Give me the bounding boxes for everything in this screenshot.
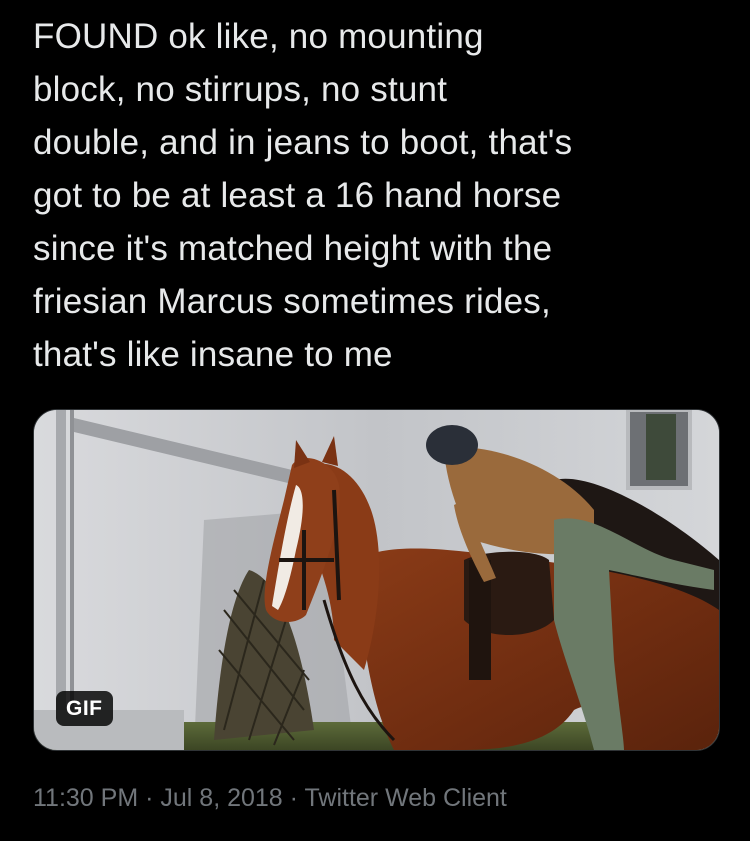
gif-frame-illustration [34, 410, 719, 750]
gif-media[interactable]: GIF [33, 409, 720, 751]
meta-separator: · [145, 784, 154, 812]
gif-badge: GIF [56, 691, 113, 726]
tweet-text-line: FOUND ok like, no mounting [33, 17, 484, 56]
meta-separator: · [289, 784, 298, 812]
tweet-text-line: that's like insane to me [33, 335, 393, 374]
tweet-text-line: since it's matched height with the [33, 229, 553, 268]
tweet-text: FOUND ok like, no mounting block, no sti… [33, 10, 723, 381]
tweet-text-line: got to be at least a 16 hand horse [33, 176, 562, 215]
tweet-metadata: 11:30 PM · Jul 8, 2018 · Twitter Web Cli… [33, 780, 507, 816]
tweet-text-line: double, and in jeans to boot, that's [33, 123, 573, 162]
tweet-text-line: block, no stirrups, no stunt [33, 70, 448, 109]
tweet-time[interactable]: 11:30 PM [33, 784, 138, 812]
tweet-text-line: friesian Marcus sometimes rides, [33, 282, 551, 321]
tweet-detail: FOUND ok like, no mounting block, no sti… [0, 0, 750, 841]
tweet-date[interactable]: Jul 8, 2018 [160, 784, 282, 812]
tweet-source[interactable]: Twitter Web Client [305, 784, 507, 812]
